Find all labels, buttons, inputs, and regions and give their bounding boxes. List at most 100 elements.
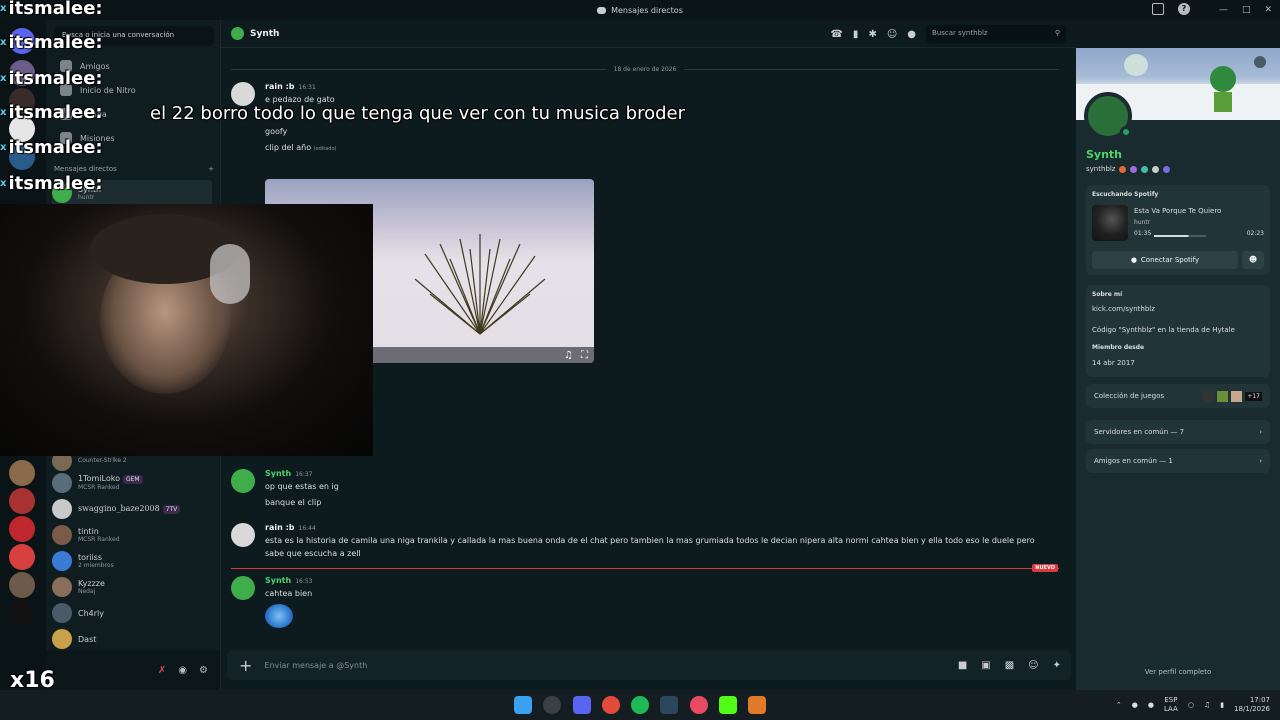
- sticker-icon[interactable]: ▩: [1005, 660, 1014, 671]
- view-full-profile-link[interactable]: Ver perfil completo: [1076, 668, 1280, 676]
- message-text: op que estas en ig: [265, 482, 339, 491]
- server-icon[interactable]: [9, 600, 35, 626]
- emoji-icon[interactable]: ☺: [1028, 660, 1038, 671]
- app-icon[interactable]: [690, 696, 708, 714]
- video-call-icon[interactable]: ▮: [853, 29, 859, 40]
- message-author[interactable]: rain :b: [265, 523, 295, 532]
- new-messages-divider: [231, 568, 1059, 569]
- network-icon[interactable]: ●: [1132, 701, 1138, 709]
- elapsed-time: 01:35: [1134, 230, 1152, 237]
- message-author[interactable]: Synth: [265, 576, 291, 585]
- invite-listen-button[interactable]: ☻: [1242, 251, 1264, 269]
- header-toolbar: ☎ ▮ ✱ ☺ ● Buscar synthblz ⚲: [830, 20, 1076, 48]
- app-icon[interactable]: [748, 696, 766, 714]
- badge-icon[interactable]: [1141, 165, 1149, 173]
- dm-item[interactable]: Kyzzze Nedaj: [52, 574, 212, 600]
- date-divider: 18 de enero de 2026: [231, 62, 1060, 76]
- search-input[interactable]: Buscar synthblz ⚲: [926, 25, 1066, 43]
- spotify-header: Escuchando Spotify: [1092, 191, 1159, 198]
- clock[interactable]: 17:07 18/1/2026: [1234, 696, 1270, 714]
- overlay-username: itsmalee:: [8, 0, 103, 19]
- language-indicator[interactable]: ESP LAA: [1164, 696, 1178, 714]
- avatar[interactable]: [231, 576, 255, 600]
- album-cover[interactable]: [1092, 205, 1128, 241]
- fullscreen-icon[interactable]: ⛶: [581, 350, 588, 361]
- minimize-button[interactable]: —: [1219, 5, 1228, 15]
- battery-icon[interactable]: ▮: [1220, 701, 1224, 709]
- profile-toggle-icon[interactable]: ●: [907, 29, 916, 40]
- inbox-icon[interactable]: [1152, 3, 1164, 15]
- search-icon: ⚲: [1054, 29, 1060, 37]
- mic-icon[interactable]: ●: [1148, 701, 1154, 709]
- message-text: sabe que escucha a zell: [265, 549, 361, 558]
- dm-item[interactable]: swaggino_baze2008 7TV: [52, 496, 212, 522]
- dm-item[interactable]: 1TomiLoko GEM MCSR Ranked: [52, 470, 212, 496]
- avatar: [52, 473, 72, 493]
- maximize-button[interactable]: □: [1242, 5, 1251, 15]
- about-card: Sobre mí kick.com/synthblz Código "Synth…: [1086, 285, 1270, 377]
- about-text: Código "Synthblz" en la tienda de Hytale: [1092, 326, 1235, 334]
- avatar: [52, 603, 72, 623]
- connect-spotify-button[interactable]: ● Conectar Spotify: [1092, 251, 1238, 269]
- chevron-right-icon: ›: [1259, 457, 1262, 465]
- microphone-muted-icon[interactable]: ✗: [158, 665, 166, 676]
- badge-icon[interactable]: [1152, 165, 1160, 173]
- help-icon[interactable]: ?: [1178, 3, 1190, 15]
- volume-icon[interactable]: ♫: [1204, 701, 1210, 709]
- close-button[interactable]: ✕: [1264, 5, 1272, 15]
- message-input[interactable]: Enviar mensaje a @Synth: [264, 661, 367, 670]
- sticker[interactable]: [265, 604, 293, 628]
- dm-item[interactable]: tintin MCSR Ranked: [52, 522, 212, 548]
- gif-icon[interactable]: ▣: [981, 660, 990, 671]
- add-dm-button[interactable]: +: [208, 165, 214, 173]
- steam-icon[interactable]: [660, 696, 678, 714]
- server-icon[interactable]: [9, 572, 35, 598]
- profile-username: synthblz: [1086, 165, 1171, 173]
- song-title[interactable]: Esta Va Porque Te Quiero: [1134, 207, 1221, 215]
- edit-icon[interactable]: [1254, 56, 1266, 68]
- server-icon[interactable]: [9, 460, 35, 486]
- phone-icon[interactable]: ☎: [830, 29, 842, 40]
- message-author[interactable]: rain :b: [265, 82, 295, 91]
- gift-icon[interactable]: ■: [958, 660, 967, 671]
- mutual-friends-row[interactable]: Amigos en común — 1 ›: [1086, 449, 1270, 473]
- avatar[interactable]: [231, 523, 255, 547]
- wifi-icon[interactable]: ○: [1188, 701, 1194, 709]
- spotify-icon: ●: [1130, 256, 1137, 264]
- dm-item[interactable]: Ch4rly: [52, 600, 212, 626]
- chrome-icon[interactable]: [602, 696, 620, 714]
- dm-item[interactable]: toriiss 2 miembros: [52, 548, 212, 574]
- user-panel: ✗ ◉ ⚙: [46, 650, 220, 690]
- message-composer[interactable]: + Enviar mensaje a @Synth ■ ▣ ▩ ☺ ✦: [227, 650, 1071, 680]
- apps-icon[interactable]: ✦: [1053, 660, 1061, 671]
- game-collection-card[interactable]: Colección de juegos +17: [1086, 384, 1270, 408]
- discord-app-icon[interactable]: [573, 696, 591, 714]
- game-icon: [1231, 390, 1243, 402]
- chat-overlay-line: x itsmalee:: [0, 102, 103, 123]
- badge-icon[interactable]: [1119, 165, 1127, 173]
- mutual-servers-row[interactable]: Servidores en común — 7 ›: [1086, 420, 1270, 444]
- server-icon[interactable]: [9, 488, 35, 514]
- server-icon[interactable]: [9, 544, 35, 570]
- system-tray: ⌃ ● ● ESP LAA ○ ♫ ▮ 17:07 18/1/2026: [1116, 690, 1270, 720]
- server-icon[interactable]: [9, 516, 35, 542]
- message-author[interactable]: Synth: [265, 469, 291, 478]
- badge-icon[interactable]: [1163, 165, 1171, 173]
- pin-icon[interactable]: ✱: [868, 29, 876, 40]
- song-artist[interactable]: huntr: [1134, 219, 1150, 226]
- volume-icon[interactable]: ♫: [564, 350, 573, 361]
- spotify-app-icon[interactable]: [631, 696, 649, 714]
- app-icon[interactable]: [543, 696, 561, 714]
- kick-icon[interactable]: [719, 696, 737, 714]
- dm-item[interactable]: Dast: [52, 626, 212, 652]
- add-attachment-icon[interactable]: +: [239, 656, 252, 675]
- add-friends-icon[interactable]: ☺: [887, 29, 897, 40]
- start-icon[interactable]: [514, 696, 532, 714]
- headphones-icon[interactable]: ◉: [178, 665, 187, 676]
- badge-icon[interactable]: [1130, 165, 1138, 173]
- avatar[interactable]: [231, 469, 255, 493]
- gear-icon[interactable]: ⚙: [199, 665, 208, 676]
- overlay-username: itsmalee:: [8, 102, 103, 123]
- message-text: goofy: [265, 127, 288, 136]
- chevron-up-icon[interactable]: ⌃: [1116, 701, 1122, 709]
